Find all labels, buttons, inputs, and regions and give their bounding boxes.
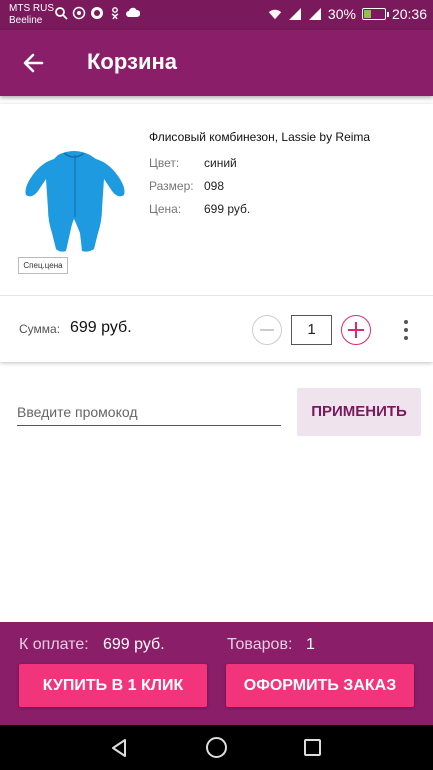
camera-app-icon [91,7,103,19]
items-count-label: Товаров: [227,636,293,653]
nav-home-icon[interactable] [206,737,227,758]
sum-label: Сумма: [19,322,61,336]
page-title: Корзина [87,49,177,74]
color-value: синий [204,156,237,170]
app-bar: Корзина [0,30,433,96]
checkout-button[interactable]: ОФОРМИТЬ ЗАКАЗ [226,664,414,707]
back-arrow-icon[interactable] [18,48,48,78]
system-nav-bar [0,725,433,770]
checkout-bar: К оплате: 699 руб. Товаров: 1 КУПИТЬ В 1… [0,622,433,725]
apply-promo-button[interactable]: ПРИМЕНИТЬ [297,388,421,436]
size-value: 098 [204,179,225,193]
product-price-row: Цена: 699 руб. [149,202,250,216]
decrease-quantity-button[interactable] [252,315,282,345]
product-size-row: Размер: 098 [149,179,224,193]
clock: 20:36 [391,6,427,22]
card-divider [0,295,433,296]
wifi-icon [268,9,282,20]
carrier-name-1: MTS RUS [9,3,54,14]
nav-back-icon[interactable] [110,738,130,758]
quantity-field[interactable]: 1 [291,315,332,345]
signal-1-icon [288,8,301,20]
whatsapp-icon [72,6,86,20]
cloud-icon [126,7,140,17]
carrier-info: MTS RUS Beeline [9,3,54,27]
product-image[interactable] [18,149,128,255]
search-icon [55,7,68,20]
status-bar: MTS RUS Beeline 30% 20:36 [0,0,433,30]
more-options-icon[interactable] [398,317,414,343]
total-label: К оплате: [19,636,89,653]
status-right: 30% 20:36 [268,6,427,22]
promo-code-input[interactable] [17,398,281,426]
increase-quantity-button[interactable] [341,315,371,345]
color-label: Цвет: [149,156,180,170]
sum-value: 699 руб. [70,319,132,336]
total-value: 699 руб. [103,636,165,653]
battery-percent: 30% [327,6,356,22]
product-name[interactable]: Флисовый комбинезон, Lassie by Reima [149,130,370,144]
nav-recents-icon[interactable] [304,739,321,756]
odnoklassniki-icon [111,7,119,20]
cart-item-card: Спец.цена Флисовый комбинезон, Lassie by… [0,104,433,362]
signal-2-icon [308,8,321,20]
buy-one-click-button[interactable]: КУПИТЬ В 1 КЛИК [19,664,207,707]
carrier-name-2: Beeline [9,15,43,26]
size-label: Размер: [149,179,194,193]
notification-icons [54,6,140,20]
battery-level [363,10,371,18]
product-color-row: Цвет: синий [149,156,237,170]
items-count-value: 1 [306,636,315,653]
special-price-badge: Спец.цена [18,257,68,274]
price-value: 699 руб. [204,202,251,216]
battery-icon [361,8,389,20]
price-label: Цена: [149,202,182,216]
